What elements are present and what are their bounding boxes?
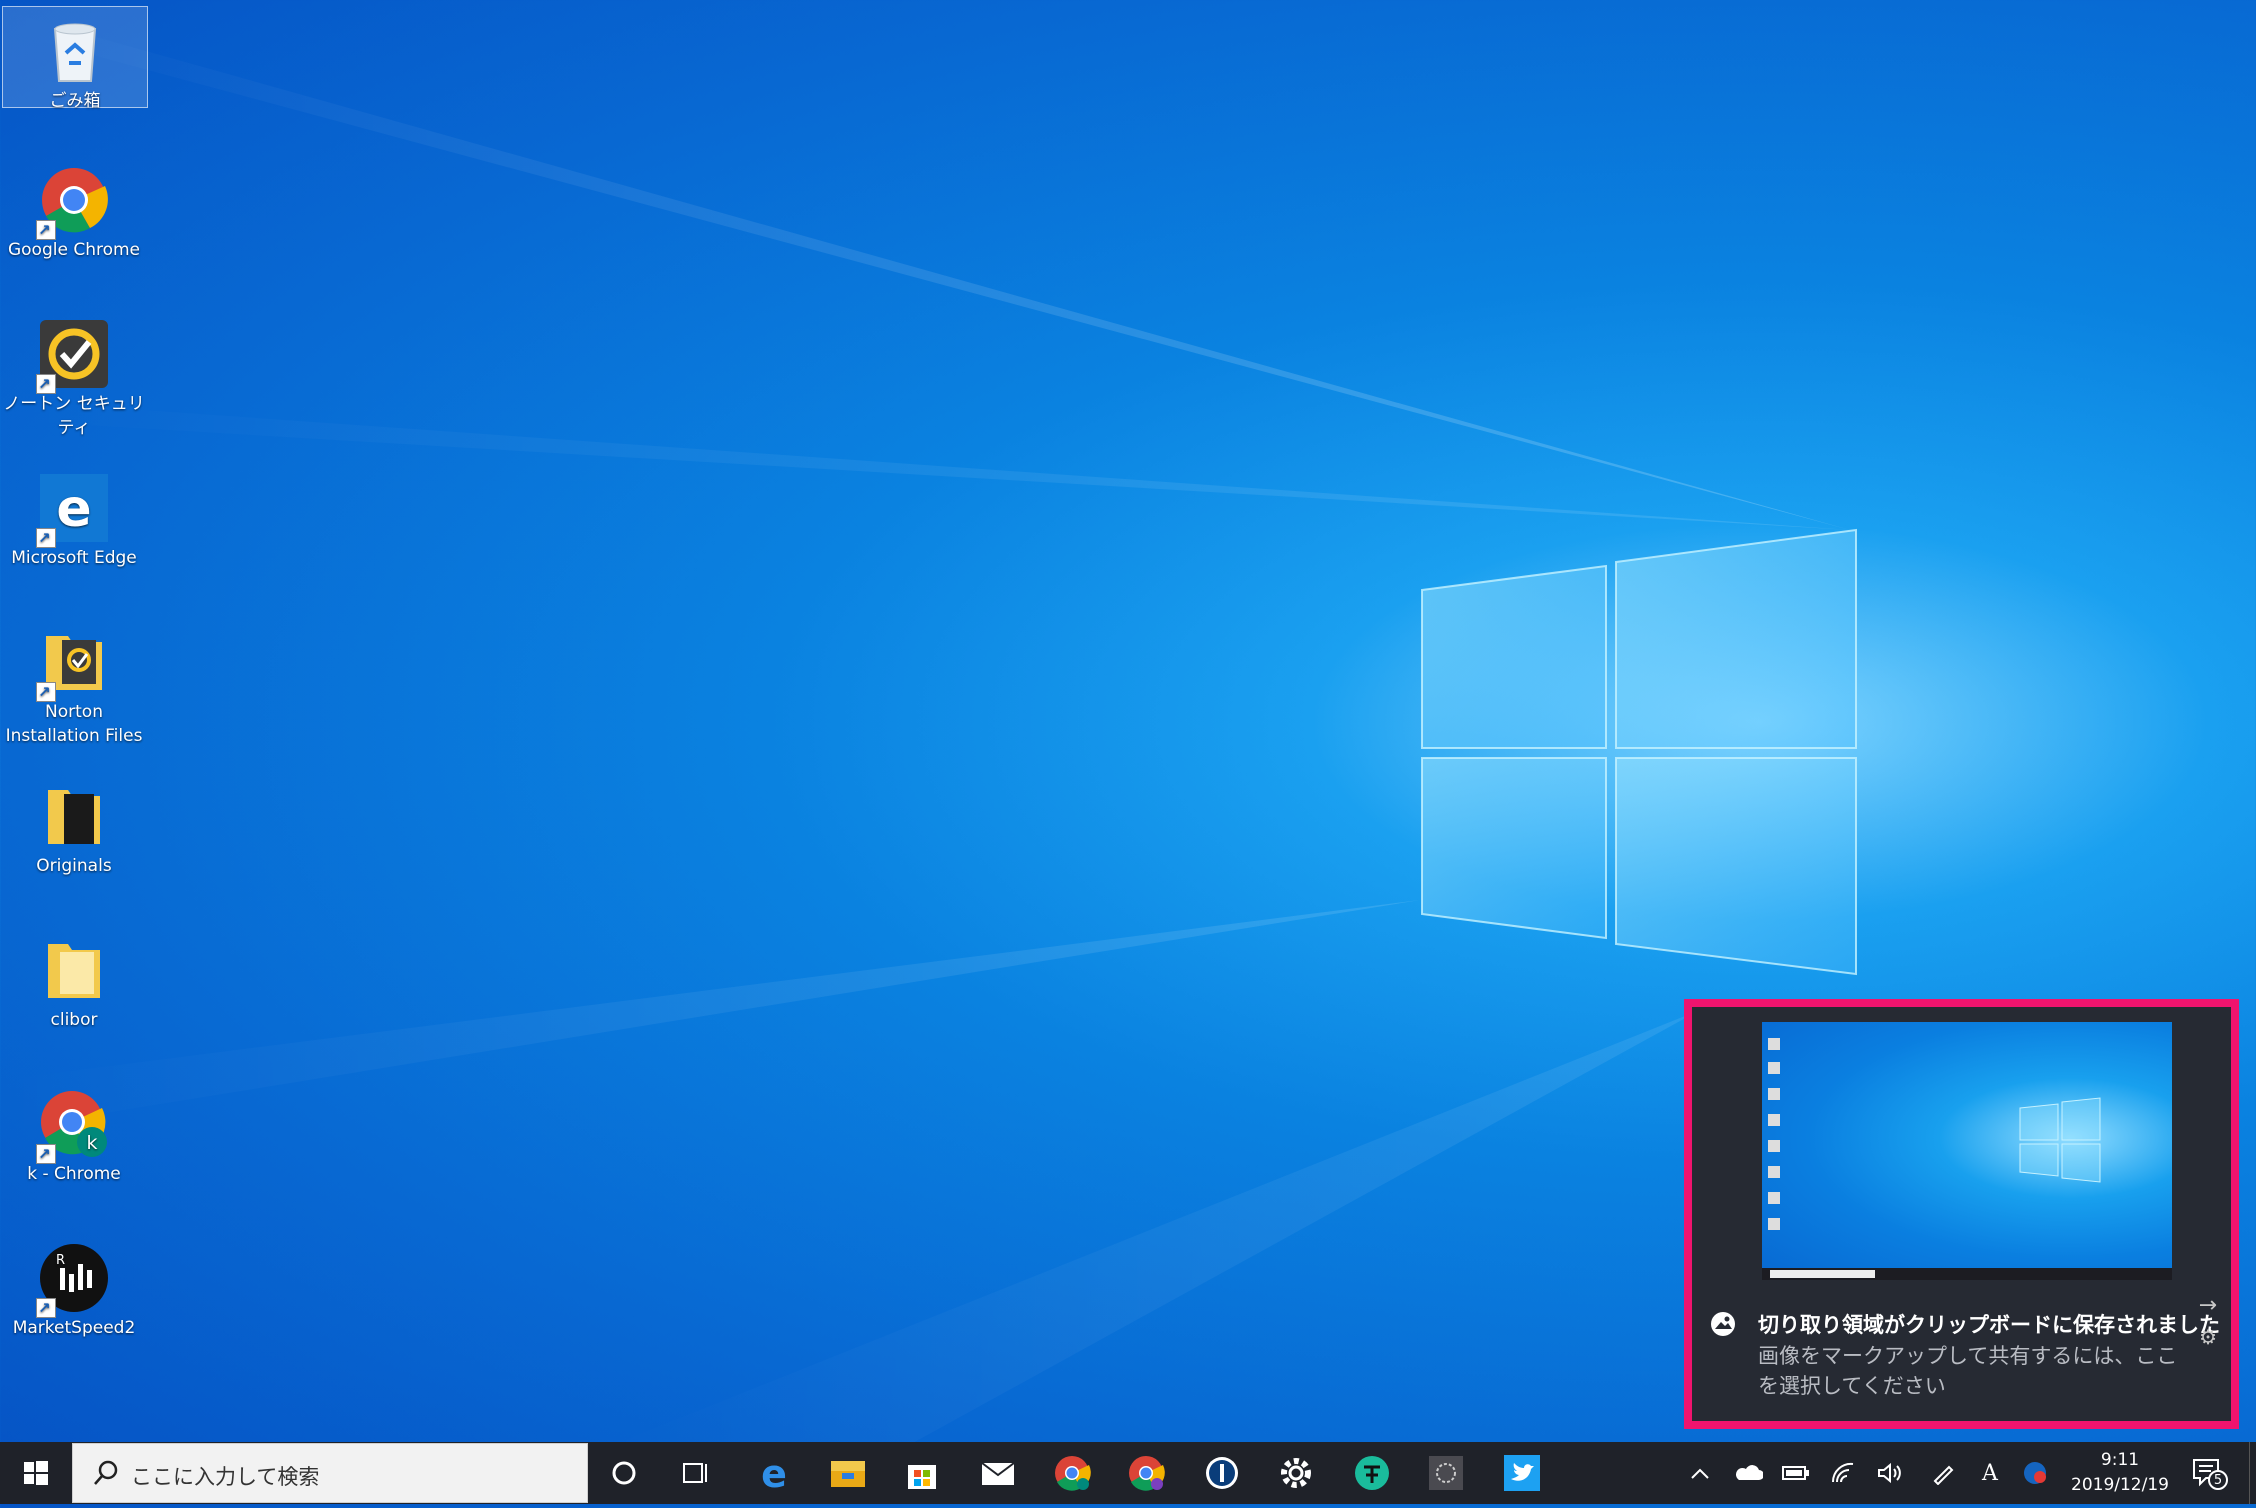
windows-start-icon [24,1461,48,1485]
taskbar-twitter[interactable] [1496,1448,1548,1498]
desktop-icon-norton-security[interactable]: ノートン セキュリティ [2,310,146,440]
recycle-bin-icon [39,15,111,87]
folder-icon [38,780,110,852]
taskbar-store[interactable] [896,1448,948,1498]
shortcut-arrow-icon [36,526,56,550]
action-center-button[interactable]: 5 [2190,1456,2230,1492]
taskbar-1password[interactable] [1196,1448,1248,1498]
taskbar-mail[interactable] [972,1448,1024,1498]
volume-icon[interactable] [1876,1458,1904,1488]
desktop-icon-clibor[interactable]: clibor [2,926,146,1032]
app-tray-icon[interactable] [2020,1458,2050,1488]
desktop-icon-google-chrome[interactable]: Google Chrome [2,156,146,262]
notification-title: 切り取り領域がクリップボードに保存されました [1758,1313,2220,1337]
snip-notification-toast[interactable]: 切り取り領域がクリップボードに保存されました 画像をマークアップして共有するには… [1684,999,2239,1429]
show-desktop-button[interactable] [2249,1442,2256,1504]
chrome-icon [1055,1456,1091,1491]
start-button[interactable] [0,1442,72,1504]
wifi-icon[interactable] [1830,1458,1858,1488]
edge-icon: e [36,472,110,550]
desktop-icon-label: ごみ箱 [49,91,101,111]
twitter-icon [1504,1455,1540,1491]
desktop-icon-label: k - Chrome [27,1164,121,1184]
pen-workspace-icon[interactable] [1930,1458,1958,1488]
chrome-profile-icon: k [36,1088,110,1166]
cortana-button[interactable] [598,1448,650,1498]
battery-icon[interactable] [1782,1458,1810,1488]
desktop-icon-marketspeed2[interactable]: R MarketSpeed2 [2,1234,146,1340]
store-icon [908,1465,936,1489]
desktop-icon-label: Originals [36,856,112,876]
desktop-icon-label: ノートン セキュリティ [3,394,145,438]
desktop-icon-label: Google Chrome [7,240,141,260]
taskbar-clock[interactable]: 9:11 2019/12/19 [2060,1448,2180,1498]
onedrive-icon[interactable] [1734,1458,1764,1488]
desktop-icon-label: Microsoft Edge [11,548,137,568]
marketspeed-icon: R [36,1242,110,1320]
chrome-icon [36,164,110,242]
taskbar-edge[interactable]: e [748,1448,800,1498]
file-explorer-icon [831,1461,865,1487]
clock-time: 9:11 [2100,1450,2140,1470]
desktop-icon-norton-installation-files[interactable]: Norton Installation Files [2,618,146,748]
desktop-icon-label: clibor [50,1010,98,1030]
search-icon [94,1460,118,1485]
shortcut-arrow-icon [36,372,56,396]
desktop-icon-recycle-bin[interactable]: ごみ箱 [2,6,148,111]
norton-security-icon [36,318,110,396]
shortcut-arrow-icon [36,680,56,704]
preview-taskbar [1762,1268,2172,1280]
notification-count-badge: 5 [2208,1470,2228,1490]
task-view-button[interactable] [670,1448,722,1498]
shortcut-arrow-icon [36,218,56,242]
desktop-icon-k-chrome[interactable]: k k - Chrome [2,1080,146,1186]
svg-text:e: e [56,479,91,539]
svg-text:e: e [761,1453,787,1493]
taskbar-settings[interactable] [1270,1448,1322,1498]
taskbar-chrome[interactable] [1046,1448,1098,1498]
desktop-icon-microsoft-edge[interactable]: e Microsoft Edge [2,464,146,570]
search-placeholder: ここに入力して検索 [131,1465,320,1489]
chrome-profile-icon [1129,1456,1165,1491]
marketspeed-badge: R [56,1253,65,1268]
taskbar-search-box[interactable]: ここに入力して検索 [72,1443,588,1503]
cortana-icon [612,1461,636,1485]
desktop-icon-originals[interactable]: Originals [2,772,146,878]
snip-icon [1429,1456,1463,1490]
expand-arrow-icon[interactable]: → [2199,1293,2217,1318]
folder-icon [38,934,110,1006]
settings-icon [1281,1458,1311,1488]
taskbar: ここに入力して検索 e A 9:11 2019/12/19 5 [0,1442,2256,1504]
mail-icon [981,1462,1015,1485]
taskbar-app[interactable] [1346,1448,1398,1498]
norton-installation-folder-icon [36,626,110,704]
screenshot-preview[interactable] [1762,1022,2172,1280]
ime-indicator[interactable]: A [1978,1458,2002,1488]
clock-date: 2019/12/19 [2071,1475,2169,1495]
profile-badge: k [86,1132,97,1154]
windows-logo [1421,528,1857,976]
shortcut-arrow-icon [36,1296,56,1320]
desktop-icon-label: Norton Installation Files [5,702,143,746]
taskbar-chrome-profile[interactable] [1120,1448,1172,1498]
desktop-icon-label: MarketSpeed2 [12,1318,136,1338]
notification-body: 画像をマークアップして共有するには、ここを選択してください [1758,1344,2178,1398]
taskbar-file-explorer[interactable] [822,1448,874,1498]
app-icon [1355,1456,1389,1490]
notification-settings-gear-icon[interactable]: ⚙ [2199,1325,2217,1349]
task-view-icon [683,1463,707,1483]
1password-icon [1206,1457,1238,1489]
shortcut-arrow-icon [36,1142,56,1166]
snip-sketch-icon [1711,1312,1735,1336]
tray-overflow-chevron-icon[interactable] [1688,1458,1712,1488]
edge-icon: e [761,1453,787,1493]
taskbar-snip[interactable] [1420,1448,1472,1498]
